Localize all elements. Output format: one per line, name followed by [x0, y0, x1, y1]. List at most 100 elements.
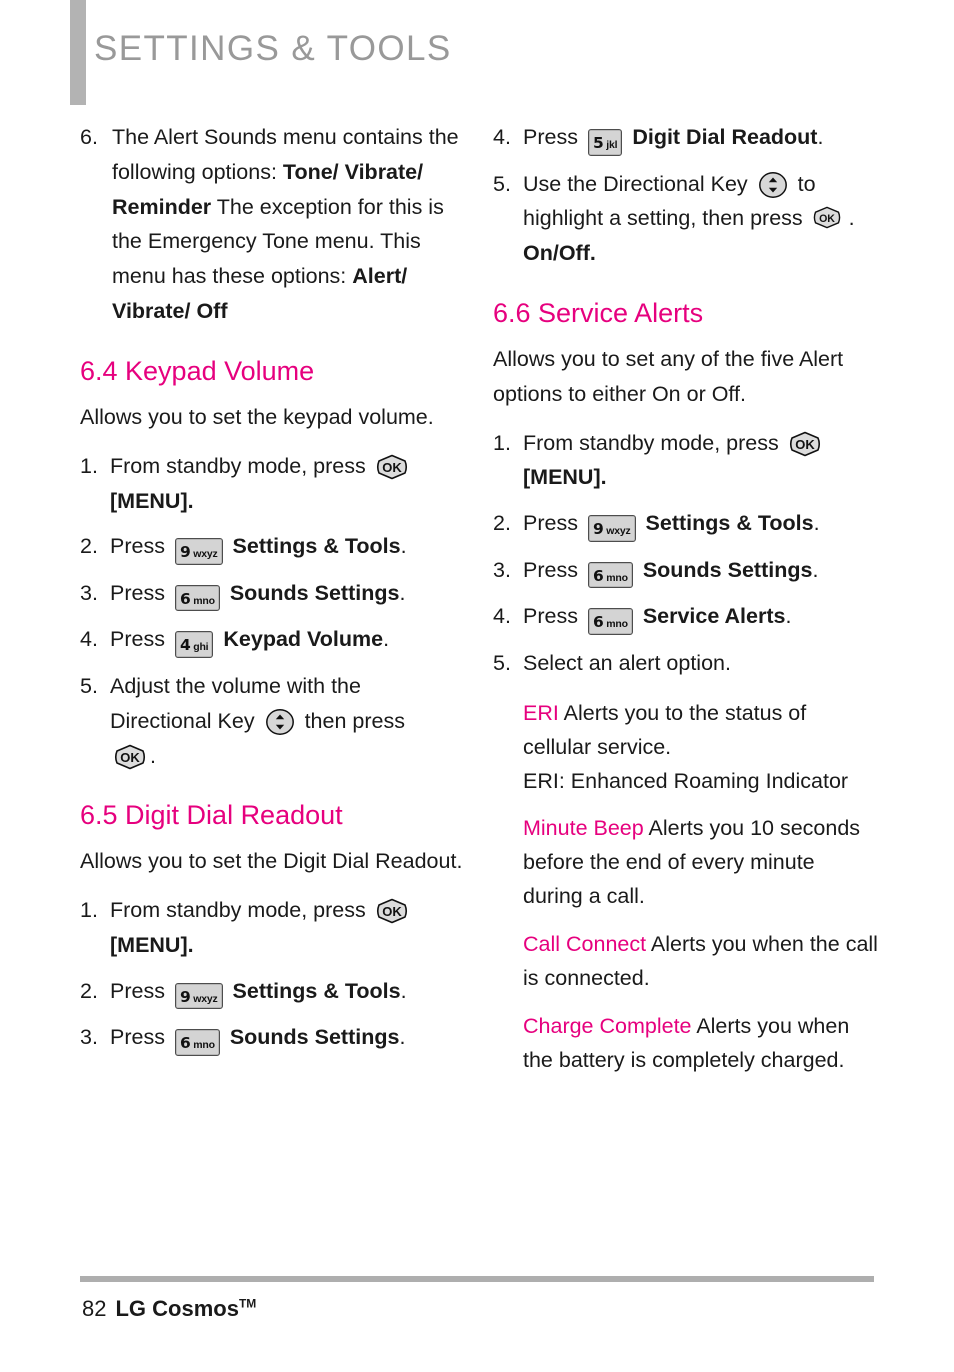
step-text: Press	[523, 557, 578, 582]
key-digit: 5	[592, 134, 604, 152]
alert-description-charge-complete: Charge Complete Alerts you when the batt…	[493, 1010, 878, 1078]
step-menu-label: Settings & Tools	[232, 978, 401, 1003]
step-number: 2.	[80, 534, 98, 559]
keypad-6-icon: 6 mno	[174, 584, 220, 612]
step-period: .	[817, 125, 824, 149]
step-text-line1: Adjust the volume with the	[110, 673, 361, 698]
alert-description-minute-beep: Minute Beep Alerts you 10 seconds before…	[493, 812, 878, 914]
step-period: .	[813, 511, 820, 536]
key-letters: mno	[606, 571, 628, 584]
alert-extra: ERI: Enhanced Roaming Indicator	[523, 768, 849, 793]
step-period: .	[399, 580, 406, 605]
list-item: 4. Press 4 ghi Keypad Volume.	[80, 622, 465, 658]
step-number: 3.	[493, 557, 511, 582]
step-text: Press	[523, 511, 578, 536]
step-period: .	[848, 206, 855, 231]
list-item: 1. From standby mode, press OK [MENU].	[80, 449, 465, 519]
section-intro-keypad-volume: Allows you to set the keypad volume.	[80, 404, 434, 429]
list-item: 1. From standby mode, press OK [MENU].	[493, 426, 878, 496]
page-number: 82	[82, 1296, 107, 1321]
keypad-9-icon: 9 wxyz	[174, 538, 223, 565]
svg-text:OK: OK	[382, 904, 402, 919]
section-heading-keypad-volume: 6.4 Keypad Volume	[80, 355, 315, 386]
step-menu-label: Keypad Volume	[223, 627, 384, 652]
page-title: SETTINGS & TOOLS	[94, 29, 452, 68]
step-text: Press	[523, 604, 578, 629]
keypad-6-icon: 6 mno	[174, 1029, 220, 1056]
keypad-6-icon: 6 mno	[587, 561, 633, 589]
key-digit: 6	[179, 589, 191, 608]
list-item: 4. Press 5 jkl Digit Dial Readout.	[493, 120, 878, 156]
step-menu-label: [MENU].	[110, 932, 194, 957]
directional-key-icon	[265, 708, 295, 736]
svg-text:OK: OK	[795, 437, 815, 452]
alert-description-eri: ERI Alerts you to the status of cellular…	[493, 697, 878, 799]
key-digit: 9	[179, 543, 191, 562]
step-number: 4.	[493, 604, 511, 629]
step-text-line2: highlight a setting, then press	[523, 206, 803, 231]
key-digit: 4	[179, 636, 191, 655]
ok-key-icon: OK	[812, 206, 846, 232]
key-digit: 6	[592, 613, 604, 632]
key-letters: mno	[193, 594, 215, 607]
step-period: .	[812, 557, 819, 582]
key-letters: ghi	[193, 641, 209, 654]
step-number: 2.	[80, 978, 98, 1003]
step-text-line2b: then press	[304, 708, 405, 733]
step-number: 4.	[80, 627, 98, 652]
step-number: 6.	[80, 125, 98, 149]
step-number: 2.	[493, 511, 511, 536]
section-intro-service-alerts: Allows you to set any of the five Alert …	[493, 346, 844, 406]
step-text: From standby mode, press	[523, 430, 779, 455]
step-period: .	[383, 627, 390, 652]
key-letters: wxyz	[606, 525, 631, 538]
key-digit: 6	[179, 1034, 191, 1053]
list-item: 2. Press 9 wxyz Settings & Tools.	[80, 529, 465, 565]
trademark-symbol: TM	[238, 1296, 257, 1311]
key-letters: wxyz	[193, 992, 218, 1005]
step-number: 1.	[80, 898, 98, 923]
section-heading-digit-dial-readout: 6.5 Digit Dial Readout	[80, 800, 343, 831]
alert-name: Charge Complete	[523, 1014, 692, 1039]
left-column: 6. The Alert Sounds menu contains the fo…	[80, 120, 465, 1067]
step-text: Select an alert option.	[523, 650, 731, 675]
key-digit: 9	[592, 520, 604, 539]
alert-name: Minute Beep	[523, 816, 644, 841]
list-item: 2. Press 9 wxyz Settings & Tools.	[80, 974, 465, 1010]
step-number: 4.	[493, 125, 511, 149]
list-item: 3. Press 6 mno Sounds Settings.	[80, 1020, 465, 1056]
step-number: 1.	[80, 453, 98, 478]
brand-name: LG Cosmos	[115, 1296, 239, 1321]
step-text-line1: The Alert Sounds menu contains	[112, 125, 423, 149]
alert-name: Call Connect	[523, 932, 647, 957]
step-text: From standby mode, press	[110, 453, 366, 478]
step-text: Press	[110, 580, 165, 605]
step-menu-label: Settings & Tools	[645, 511, 814, 536]
step-menu-label: [MENU].	[110, 488, 194, 513]
keypad-6-icon: 6 mno	[587, 608, 633, 635]
list-item: 5. Adjust the volume with the Directiona…	[80, 669, 465, 773]
step-menu-label: Digit Dial Readout	[632, 125, 818, 149]
step-number: 5.	[80, 673, 98, 698]
keypad-9-icon: 9 wxyz	[174, 982, 223, 1010]
list-item: 5. Use the Directional Key to highlight …	[493, 167, 878, 271]
step-text-line5: Emergency Tone menu. This	[147, 229, 421, 254]
keypad-4-icon: 4 ghi	[174, 631, 214, 658]
step-menu-label: Sounds Settings	[642, 557, 813, 582]
directional-key-icon	[758, 171, 788, 199]
step-text: Press	[110, 978, 165, 1003]
alert-name: ERI	[523, 700, 559, 725]
step-text: Press	[110, 1025, 165, 1050]
section-intro-digit-dial-readout: Allows you to set the Digit Dial Readout…	[80, 849, 463, 874]
ok-key-icon: OK	[113, 744, 147, 770]
list-item: 4. Press 6 mno Service Alerts.	[493, 599, 878, 635]
step-period: .	[400, 534, 407, 559]
footer: 82 LG CosmosTM	[82, 1296, 256, 1322]
list-item: 6. The Alert Sounds menu contains the fo…	[80, 120, 465, 329]
key-letters: mno	[606, 618, 628, 631]
step-menu-label: Service Alerts	[642, 604, 786, 629]
step-menu-label: Sounds Settings	[229, 580, 400, 605]
ok-key-icon: OK	[375, 898, 409, 924]
step-number: 3.	[80, 580, 98, 605]
step-menu-label: Sounds Settings	[229, 1025, 400, 1050]
